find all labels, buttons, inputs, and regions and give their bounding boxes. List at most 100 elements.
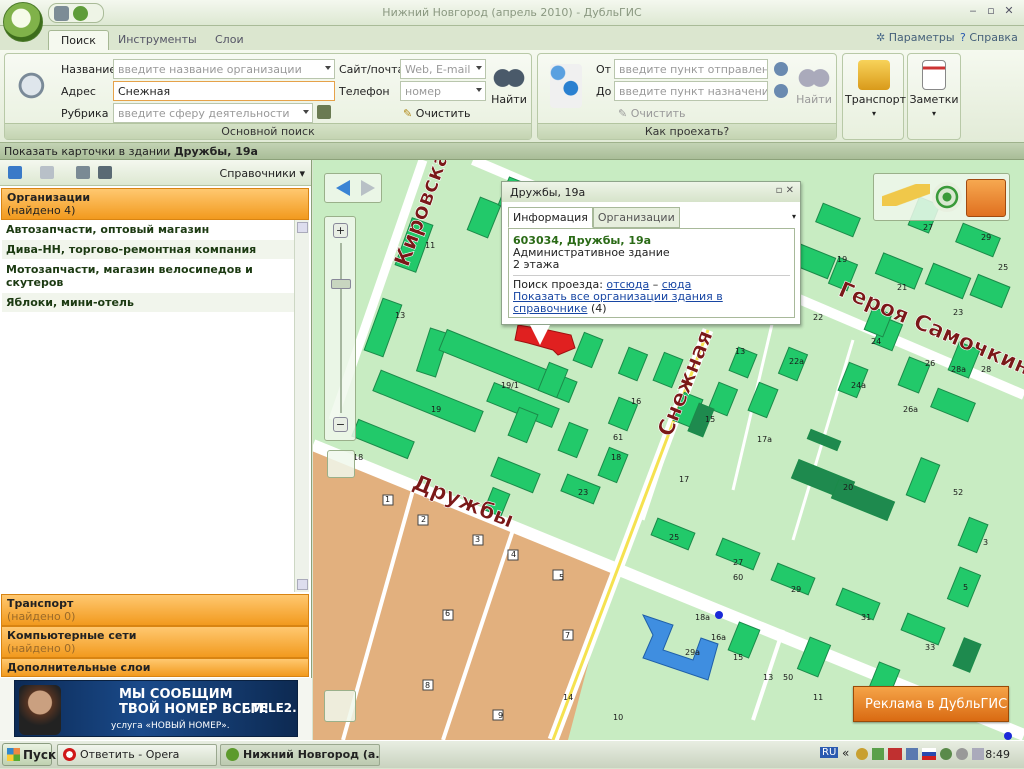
- house[interactable]: [930, 387, 976, 423]
- house[interactable]: [837, 361, 869, 399]
- card-view-icon[interactable]: [98, 166, 112, 179]
- house[interactable]: [617, 346, 649, 382]
- route-clear-button[interactable]: ✎ Очистить: [618, 107, 686, 120]
- house[interactable]: [747, 381, 779, 419]
- clear-button[interactable]: ✎ Очистить: [403, 107, 471, 120]
- pick-to-icon[interactable]: [774, 84, 788, 98]
- house[interactable]: [507, 406, 539, 444]
- volume-icon[interactable]: [956, 748, 968, 760]
- zoom-rect-icon[interactable]: [327, 450, 355, 478]
- forward-icon[interactable]: [40, 166, 54, 179]
- house-dark[interactable]: [952, 637, 982, 673]
- house[interactable]: [490, 456, 541, 494]
- start-button[interactable]: Пуск: [2, 743, 56, 766]
- name-input[interactable]: введите название организации: [113, 59, 335, 79]
- site-label: Сайт/почта: [339, 63, 405, 76]
- close-icon[interactable]: ✕: [1000, 4, 1018, 17]
- list-item[interactable]: Мотозапчасти, магазин велосипедов и скут…: [2, 260, 294, 293]
- network-icon[interactable]: [972, 748, 984, 760]
- tray-icon[interactable]: [888, 748, 902, 760]
- map-back-icon[interactable]: [336, 180, 350, 196]
- list-view-icon[interactable]: [76, 166, 90, 179]
- tab-layers[interactable]: Слои: [203, 30, 256, 50]
- tray-icon[interactable]: [872, 748, 884, 760]
- tabs-dropdown-icon[interactable]: ▾: [792, 212, 796, 221]
- app-menu-button[interactable]: [3, 2, 43, 42]
- minimize-icon[interactable]: ‒: [964, 4, 982, 17]
- popup-title: Дружбы, 19а: [510, 186, 586, 199]
- section-extra-layers[interactable]: Дополнительные слои: [1, 658, 309, 677]
- taskbar-dublgis[interactable]: Нижний Новгород (а...: [220, 744, 380, 766]
- house[interactable]: [372, 369, 484, 433]
- status-building[interactable]: Дружбы, 19а: [174, 145, 258, 158]
- tab-organizations[interactable]: Организации: [592, 207, 680, 228]
- list-scrollbar[interactable]: [294, 220, 309, 592]
- advertise-button[interactable]: Реклама в ДубльГИС: [853, 686, 1009, 722]
- ad-banner[interactable]: МЫ СООБЩИМ ТВОЙ НОМЕР ВСЕМ! услуга «НОВЫЙ…: [0, 678, 312, 740]
- settings-link[interactable]: ✲ Параметры: [876, 31, 955, 44]
- zoom-out-icon[interactable]: −: [333, 417, 348, 432]
- list-item[interactable]: Автозапчасти, оптовый магазин: [2, 220, 294, 240]
- ruler-icon[interactable]: [882, 184, 930, 206]
- tab-tools[interactable]: Инструменты: [106, 30, 209, 50]
- house-dark[interactable]: [830, 478, 896, 522]
- site-input[interactable]: Web, E-mail: [400, 59, 486, 79]
- address-input[interactable]: Снежная: [113, 81, 335, 101]
- flag-icon[interactable]: [922, 748, 936, 760]
- tray-icon[interactable]: [906, 748, 918, 760]
- show-all-orgs-link[interactable]: Показать все организации здания в справо…: [513, 290, 723, 315]
- tele2-ad[interactable]: МЫ СООБЩИМ ТВОЙ НОМЕР ВСЕМ! услуга «НОВЫЙ…: [14, 680, 298, 737]
- tray-expand-icon[interactable]: «: [842, 746, 849, 760]
- tab-info[interactable]: Информация: [508, 207, 593, 228]
- zoom-slider-handle[interactable]: [331, 279, 351, 289]
- map-forward-icon[interactable]: [361, 180, 375, 196]
- back-icon[interactable]: [8, 166, 22, 179]
- to-input[interactable]: введите пункт назначения: [614, 81, 768, 101]
- taskbar-opera[interactable]: Ответить - Opera: [57, 744, 217, 766]
- house-number: 18а: [695, 613, 710, 622]
- house[interactable]: [572, 331, 604, 369]
- left-toolbar: Справочники ▾: [0, 160, 311, 186]
- list-item[interactable]: Дива-НН, торгово-ремонтная компания: [2, 240, 294, 260]
- tab-search[interactable]: Поиск: [48, 30, 109, 50]
- section-organizations[interactable]: Организации (найдено 4): [1, 188, 309, 220]
- pick-from-icon[interactable]: [774, 62, 788, 76]
- language-indicator[interactable]: RU: [820, 747, 839, 758]
- route-find-button[interactable]: Найти: [794, 60, 834, 106]
- tray-icon[interactable]: [940, 748, 952, 760]
- house[interactable]: [955, 222, 1001, 258]
- section-networks[interactable]: Компьютерные сети (найдено 0): [1, 626, 309, 658]
- eraser-icon: ✎: [403, 107, 413, 120]
- maximize-icon[interactable]: ▫: [982, 4, 1000, 17]
- 3d-view-icon[interactable]: [966, 179, 1006, 217]
- house[interactable]: [905, 457, 941, 503]
- house[interactable]: [957, 516, 989, 554]
- tray-icon[interactable]: [856, 748, 868, 760]
- notes-button[interactable]: Заметки ▾: [908, 60, 960, 119]
- rubricator-icon[interactable]: [317, 105, 331, 119]
- section-transport[interactable]: Транспорт (найдено 0): [1, 594, 309, 626]
- popup-minimize-icon[interactable]: ▫: [776, 185, 783, 196]
- house-number: 3: [475, 535, 480, 544]
- house[interactable]: [969, 273, 1011, 309]
- find-button[interactable]: Найти: [489, 60, 529, 106]
- main-search-caption: Основной поиск: [5, 123, 531, 139]
- list-item[interactable]: Яблоки, мини-отель: [2, 293, 294, 313]
- transport-button[interactable]: Транспорт ▾: [845, 60, 906, 119]
- help-link[interactable]: ? Справка: [960, 31, 1018, 44]
- phone-input[interactable]: номер: [400, 81, 486, 101]
- rubric-input[interactable]: введите сферу деятельности: [113, 103, 313, 123]
- house[interactable]: [924, 262, 972, 300]
- directories-dropdown[interactable]: Справочники ▾: [220, 167, 305, 180]
- compass-icon[interactable]: [324, 690, 356, 722]
- house[interactable]: [815, 202, 861, 238]
- radar-icon[interactable]: [932, 182, 962, 212]
- from-input[interactable]: введите пункт отправления: [614, 59, 768, 79]
- house-number: 6: [445, 609, 450, 618]
- zoom-in-icon[interactable]: +: [333, 223, 348, 238]
- house[interactable]: [466, 196, 502, 239]
- house[interactable]: [557, 421, 589, 459]
- house[interactable]: [900, 612, 946, 646]
- house[interactable]: [835, 587, 881, 621]
- popup-close-icon[interactable]: ✕: [786, 185, 794, 196]
